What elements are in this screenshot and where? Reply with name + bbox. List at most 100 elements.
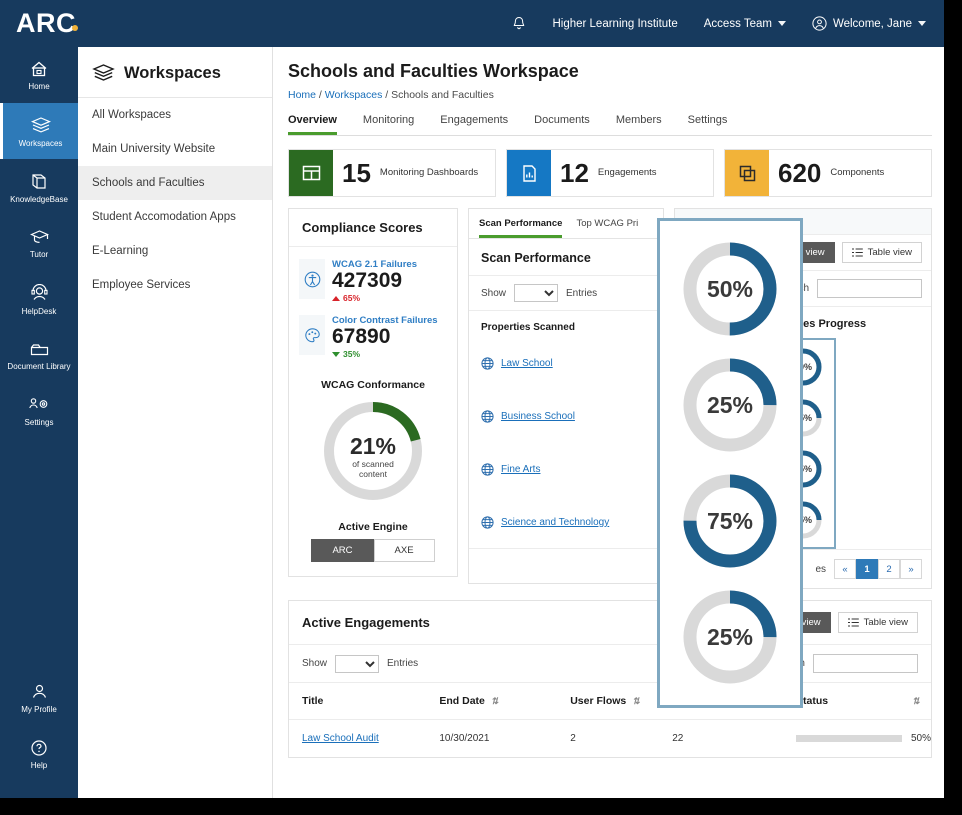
tab-documents[interactable]: Documents xyxy=(534,114,590,135)
property-row-business-school: Business School xyxy=(469,390,663,443)
torn-edge-right xyxy=(944,0,962,815)
breadcrumb-home[interactable]: Home xyxy=(288,89,316,101)
engine-option-axe[interactable]: AXE xyxy=(374,539,435,562)
sort-icon[interactable]: ⇅ xyxy=(491,696,499,707)
globe-icon xyxy=(481,516,494,529)
user-name-label: Welcome, Jane xyxy=(833,18,912,30)
engagements-search-group: rch xyxy=(791,654,918,673)
stat-value: 620 xyxy=(778,158,821,189)
cell-components: 22 xyxy=(659,720,783,758)
organization-label: Higher Learning Institute xyxy=(552,18,677,30)
sidebar-item-knowledgebase[interactable]: KnowledgeBase xyxy=(0,159,78,215)
pagination-label: es xyxy=(815,564,826,575)
ws-item-e-learning[interactable]: E-Learning xyxy=(78,234,272,268)
table-header-row: Title End Date⇅ User Flows⇅ Components S… xyxy=(289,683,931,720)
book-icon xyxy=(29,172,49,191)
entries-select[interactable] xyxy=(514,284,558,302)
sidebar-item-document-library[interactable]: Document Library xyxy=(0,327,78,383)
tab-members[interactable]: Members xyxy=(616,114,662,135)
engagements-search-input[interactable] xyxy=(813,654,918,673)
layers-icon xyxy=(92,63,115,83)
chevron-down-icon xyxy=(778,21,786,26)
user-icon xyxy=(30,683,49,701)
globe-icon xyxy=(481,410,494,423)
active-engagements-header: Active Engagements hart view Table view xyxy=(289,601,931,645)
user-menu[interactable]: Welcome, Jane xyxy=(812,16,926,31)
sidebar-item-settings[interactable]: Settings xyxy=(0,383,78,439)
page-2-button[interactable]: 2 xyxy=(878,559,900,579)
sidebar-item-helpdesk[interactable]: HelpDesk xyxy=(0,271,78,327)
dashboard-icon-box xyxy=(289,150,333,196)
sidebar-item-home[interactable]: Home xyxy=(0,47,78,103)
arc-logo[interactable]: ARC xyxy=(16,10,76,37)
tab-engagements[interactable]: Engagements xyxy=(440,114,508,135)
app-page: ARC Higher Learning Institute Access Tea… xyxy=(0,0,944,798)
workspaces-nav-panel: Workspaces All Workspaces Main Universit… xyxy=(78,47,273,798)
scan-performance-footer xyxy=(469,549,663,583)
page-1-button[interactable]: 1 xyxy=(856,559,878,579)
col-end-date[interactable]: End Date⇅ xyxy=(426,683,557,720)
compliance-scores-card: Compliance Scores WCAG 2.1 Failures 4273 xyxy=(288,208,458,577)
ws-item-student-accomodation-apps[interactable]: Student Accomodation Apps xyxy=(78,200,272,234)
property-link[interactable]: Law School xyxy=(501,358,553,369)
sidebar-item-workspaces[interactable]: Workspaces xyxy=(0,103,78,159)
metric-delta-value: 35% xyxy=(343,349,360,359)
engine-option-arc[interactable]: ARC xyxy=(311,539,373,562)
table-view-label: Table view xyxy=(868,247,912,258)
col-user-flows[interactable]: User Flows⇅ xyxy=(557,683,659,720)
show-label: Show xyxy=(302,658,327,669)
active-engagements-title: Active Engagements xyxy=(302,615,430,630)
ws-item-main-university-website[interactable]: Main University Website xyxy=(78,132,272,166)
ws-item-schools-and-faculties[interactable]: Schools and Faculties xyxy=(78,166,272,200)
sidebar-item-tutor[interactable]: Tutor xyxy=(0,215,78,271)
accessibility-icon xyxy=(304,271,321,288)
scan-performance-show-bar: Show Entries xyxy=(469,275,663,311)
stat-card-components[interactable]: 620 Components xyxy=(724,149,932,197)
tab-overview[interactable]: Overview xyxy=(288,114,337,135)
page-last-button[interactable]: » xyxy=(900,559,922,579)
subtab-top-wcag-principles[interactable]: Top WCAG Pri xyxy=(576,218,638,238)
progress-label: 50% xyxy=(911,733,931,744)
engagements-show-bar: Show Entries rch xyxy=(289,645,931,683)
engagements-table-view-button[interactable]: Table view xyxy=(838,612,918,633)
subtab-scan-performance[interactable]: Scan Performance xyxy=(479,218,562,238)
stat-label: Components xyxy=(830,167,884,178)
report-icon xyxy=(521,164,538,183)
tab-settings[interactable]: Settings xyxy=(688,114,728,135)
top-bar-right-group: Higher Learning Institute Access Team We… xyxy=(512,16,944,31)
search-input[interactable] xyxy=(817,279,922,298)
engagements-entries-select[interactable] xyxy=(335,655,379,673)
entries-label: Entries xyxy=(387,658,418,669)
breadcrumb-workspaces[interactable]: Workspaces xyxy=(325,89,383,101)
page-first-button[interactable]: « xyxy=(834,559,856,579)
stat-card-row: 15 Monitoring Dashboards 12 Engagements xyxy=(288,149,932,197)
engagement-link[interactable]: Law School Audit xyxy=(302,733,379,744)
compliance-card-title: Compliance Scores xyxy=(289,209,457,247)
tab-monitoring[interactable]: Monitoring xyxy=(363,114,414,135)
notifications-button[interactable] xyxy=(512,16,526,31)
active-engagements-card: Active Engagements hart view Table view xyxy=(288,600,932,758)
ws-item-employee-services[interactable]: Employee Services xyxy=(78,268,272,302)
col-status[interactable]: Status⇅ xyxy=(783,683,931,720)
col-title[interactable]: Title xyxy=(289,683,426,720)
access-team-dropdown[interactable]: Access Team xyxy=(704,18,786,30)
home-icon xyxy=(29,60,49,78)
stat-value: 12 xyxy=(560,158,589,189)
ws-item-all-workspaces[interactable]: All Workspaces xyxy=(78,98,272,132)
metric-wcag-failures: WCAG 2.1 Failures 427309 65% xyxy=(289,259,457,303)
property-link[interactable]: Business School xyxy=(501,411,575,422)
layers-icon xyxy=(30,116,52,135)
magnified-donut-3: 75% xyxy=(675,466,785,576)
sidebar-item-label: HelpDesk xyxy=(22,307,57,316)
stat-card-engagements[interactable]: 12 Engagements xyxy=(506,149,714,197)
list-icon xyxy=(852,248,863,257)
property-link[interactable]: Fine Arts xyxy=(501,464,540,475)
table-view-button[interactable]: Table view xyxy=(842,242,922,263)
sort-icon[interactable]: ⇅ xyxy=(912,696,920,707)
scan-performance-title: Scan Performance xyxy=(469,239,663,275)
sidebar-item-help[interactable]: Help xyxy=(0,726,78,782)
sidebar-item-my-profile[interactable]: My Profile xyxy=(0,670,78,726)
property-link[interactable]: Science and Technology xyxy=(501,517,609,528)
stat-card-monitoring-dashboards[interactable]: 15 Monitoring Dashboards xyxy=(288,149,496,197)
sort-icon[interactable]: ⇅ xyxy=(632,696,640,707)
